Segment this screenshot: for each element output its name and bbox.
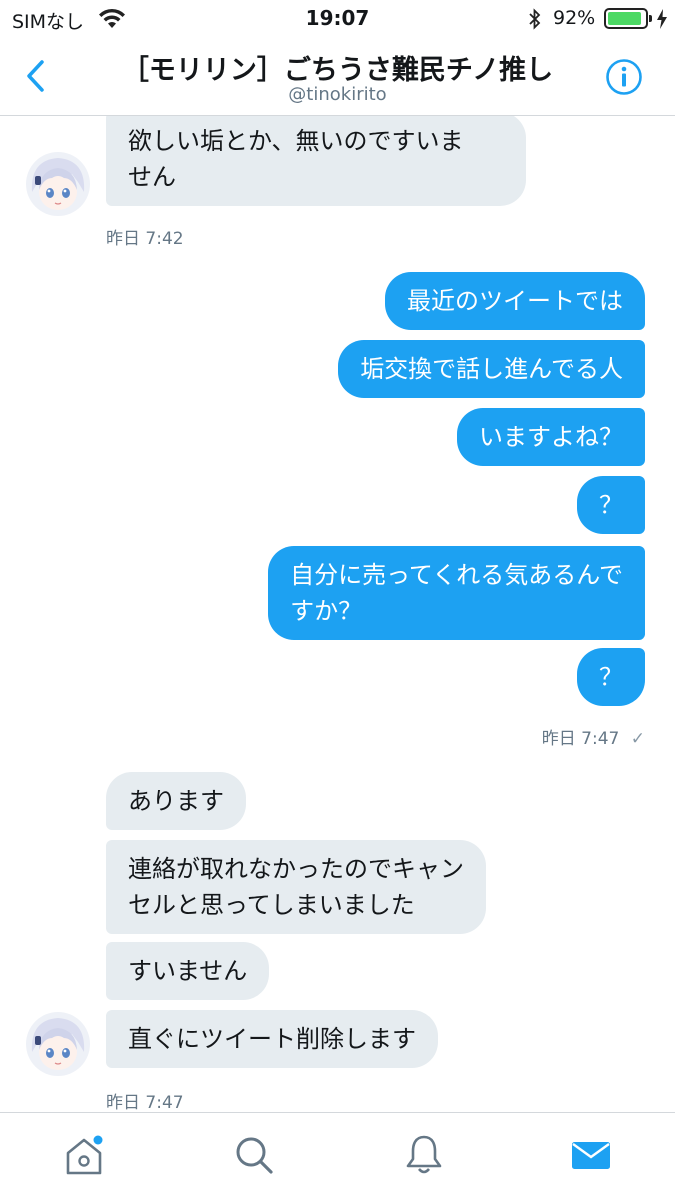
message-line: せん bbox=[128, 163, 176, 191]
sent-message[interactable]: ？ bbox=[577, 476, 645, 534]
message-line: 直ぐにツイート削除します bbox=[128, 1025, 416, 1053]
conversation-handle: @tinokirito bbox=[288, 84, 387, 105]
message-line: 連絡が取れなかったのでキャン bbox=[128, 855, 464, 883]
sent-message[interactable]: ？ bbox=[577, 648, 645, 706]
conversation-title[interactable]: ［モリリン］ごちうさ難民チノ推し bbox=[0, 48, 675, 87]
message-timestamp: 昨日 7:47 ✓ bbox=[542, 724, 645, 749]
message-line: あります bbox=[128, 787, 224, 815]
charging-bolt-icon bbox=[657, 9, 667, 29]
sent-message[interactable]: 最近のツイートでは bbox=[385, 272, 645, 330]
message-line: ？ bbox=[599, 663, 623, 691]
avatar[interactable] bbox=[26, 1012, 90, 1076]
messages-icon[interactable] bbox=[569, 1133, 613, 1177]
message-line: すいません bbox=[128, 957, 248, 985]
read-check-icon: ✓ bbox=[630, 729, 645, 749]
message-line: いますよね？ bbox=[479, 423, 623, 451]
battery-percent: 92% bbox=[553, 7, 596, 29]
avatar-image bbox=[26, 152, 90, 216]
message-timestamp: 昨日 7:47 bbox=[106, 1093, 184, 1112]
bluetooth-icon bbox=[529, 8, 541, 30]
status-bar: SIMなし 19:07 92% bbox=[0, 0, 675, 38]
notifications-icon[interactable] bbox=[402, 1133, 446, 1177]
message-line: セルと思ってしまいました bbox=[128, 891, 415, 919]
received-message[interactable]: 連絡が取れなかったのでキャン セルと思ってしまいました bbox=[106, 840, 486, 934]
message-line: 自分に売ってくれる気あるんで bbox=[290, 561, 623, 589]
avatar-image bbox=[26, 1012, 90, 1076]
search-icon[interactable] bbox=[232, 1133, 276, 1177]
sent-message[interactable]: 垢交換で話し進んでる人 bbox=[338, 340, 645, 398]
received-message[interactable]: 直ぐにツイート削除します bbox=[106, 1010, 438, 1068]
tab-bar bbox=[0, 1112, 675, 1200]
received-message[interactable]: 欲しい垢とか、無いのですいま せん bbox=[106, 116, 526, 206]
message-line: 欲しい垢とか、無いのですいま bbox=[128, 127, 464, 155]
avatar[interactable] bbox=[26, 152, 90, 216]
home-icon[interactable] bbox=[62, 1133, 106, 1177]
received-message[interactable]: すいません bbox=[106, 942, 270, 1000]
message-line: すか？ bbox=[290, 597, 363, 625]
message-line: 垢交換で話し進んでる人 bbox=[360, 355, 623, 383]
message-timestamp: 昨日 7:42 bbox=[106, 229, 184, 249]
sent-message[interactable]: いますよね？ bbox=[457, 408, 645, 466]
info-icon[interactable] bbox=[605, 58, 643, 96]
message-thread[interactable]: 欲しい垢とか、無いのですいま せん 昨日 7:42 最近のツイートでは 垢交換で… bbox=[0, 116, 675, 1112]
battery-icon bbox=[604, 8, 652, 29]
conversation-header: ［モリリン］ごちうさ難民チノ推し @tinokirito bbox=[0, 38, 675, 116]
timestamp-text: 昨日 7:47 bbox=[541, 729, 620, 749]
received-message[interactable]: あります bbox=[106, 772, 246, 830]
sent-message[interactable]: 自分に売ってくれる気あるんで すか？ bbox=[268, 546, 645, 640]
message-line: 最近のツイートでは bbox=[407, 287, 623, 315]
message-line: ？ bbox=[599, 491, 623, 519]
